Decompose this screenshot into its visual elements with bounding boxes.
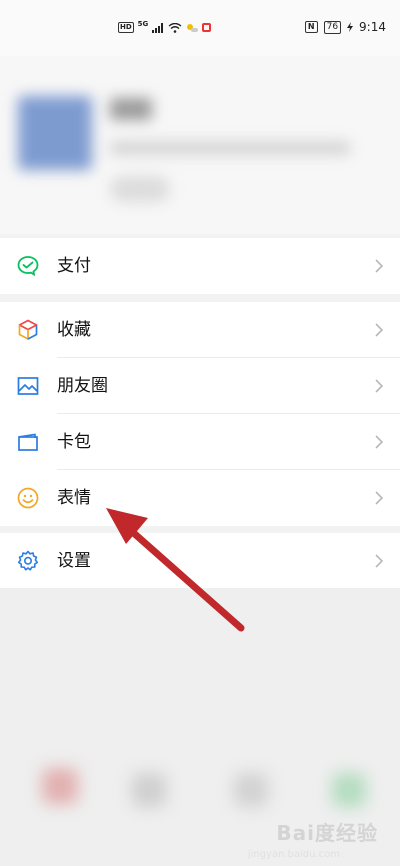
tab-me-icon[interactable]: [332, 773, 366, 807]
charging-icon: [347, 22, 354, 32]
menu-group-main: 收藏 朋友圈 卡包 表情: [0, 302, 400, 526]
menu-label-favorites: 收藏: [57, 320, 91, 340]
nfc-icon: N: [304, 21, 318, 33]
menu-label-pay: 支付: [57, 256, 91, 276]
menu-item-stickers[interactable]: 表情: [0, 470, 400, 526]
tab-contacts-icon[interactable]: [132, 773, 166, 807]
menu-item-pay[interactable]: 支付: [0, 238, 400, 294]
profile-status-button[interactable]: [110, 176, 170, 202]
moments-picture-icon: [17, 377, 39, 395]
watermark-logo: Bai度经验: [276, 821, 378, 845]
menu-item-settings[interactable]: 设置: [0, 533, 400, 589]
menu-label-cards: 卡包: [57, 432, 91, 452]
menu-label-moments: 朋友圈: [57, 376, 108, 396]
profile-id: [110, 142, 350, 154]
status-right: N 76 9:14: [304, 20, 386, 34]
menu-group-settings: 设置: [0, 533, 400, 589]
status-bar: HD 5G N 76 9:14: [0, 0, 400, 56]
chevron-right-icon: [375, 491, 384, 505]
avatar[interactable]: [18, 96, 92, 170]
chevron-right-icon: [375, 323, 384, 337]
hd-badge: HD: [118, 22, 134, 33]
weather-icon: [187, 23, 199, 32]
network-type: 5G: [137, 19, 149, 28]
tab-discover-icon[interactable]: [234, 773, 268, 807]
profile-header[interactable]: [0, 56, 400, 234]
menu-item-cards[interactable]: 卡包: [0, 414, 400, 470]
battery-icon: 76: [323, 20, 342, 34]
tab-chats-icon[interactable]: [42, 768, 78, 804]
profile-name: [110, 98, 152, 120]
chevron-right-icon: [375, 379, 384, 393]
menu-group-pay: 支付: [0, 238, 400, 294]
status-left: HD 5G: [118, 19, 212, 33]
menu-item-moments[interactable]: 朋友圈: [0, 358, 400, 414]
favorites-cube-icon: [18, 319, 38, 340]
menu-item-favorites[interactable]: 收藏: [0, 302, 400, 358]
chevron-right-icon: [375, 435, 384, 449]
wifi-icon: [168, 22, 182, 33]
menu-label-settings: 设置: [57, 551, 91, 571]
chevron-right-icon: [375, 259, 384, 273]
clock: 9:14: [359, 20, 386, 34]
app-notification-icon: [202, 23, 212, 32]
gear-icon: [17, 550, 39, 571]
chevron-right-icon: [375, 554, 384, 568]
watermark-url: jingyan.baidu.com: [247, 849, 340, 860]
signal-icon: [152, 22, 164, 33]
card-wallet-icon: [18, 433, 38, 451]
sticker-smile-icon: [17, 487, 39, 509]
wechat-pay-icon: [17, 256, 39, 277]
menu-label-stickers: 表情: [57, 488, 91, 508]
